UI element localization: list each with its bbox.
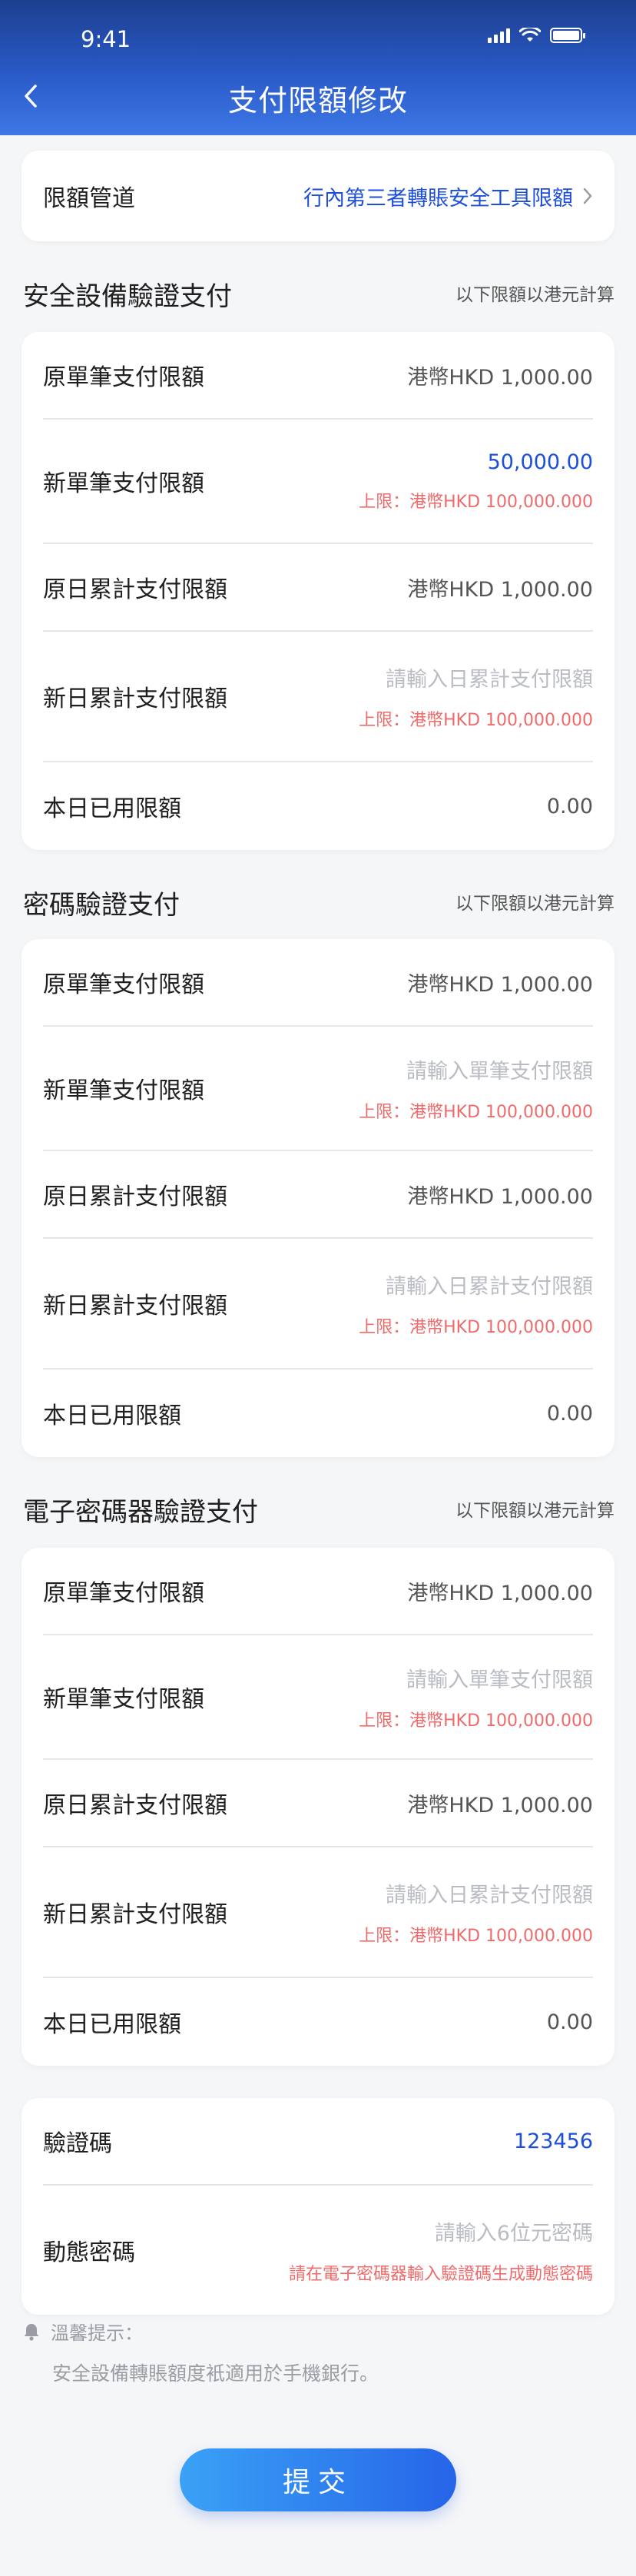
new-daily-field-wrap: 請輸入日累計支付限額 上限：港幣HKD 100,000.000: [359, 1878, 593, 1947]
new-single-input[interactable]: 請輸入單筆支付限額: [406, 1054, 593, 1084]
orig-daily-value: 港幣HKD 1,000.00: [407, 1184, 593, 1209]
section-title: 密碼驗證支付: [23, 890, 180, 921]
new-single-label: 新單筆支付限額: [43, 470, 204, 497]
orig-daily-label: 原日累計支付限額: [43, 1183, 227, 1210]
orig-single-value: 港幣HKD 1,000.00: [407, 1581, 593, 1605]
page-title: 支付限額修改: [227, 84, 408, 118]
orig-daily-value: 港幣HKD 1,000.00: [407, 1793, 593, 1817]
dynamic-password-input[interactable]: 請輸入6位元密碼: [435, 2216, 593, 2246]
verification-card: 驗證碼 123456 動態密碼 請輸入6位元密碼 請在電子密碼器輸入驗證碼生成動…: [22, 2098, 614, 2315]
new-daily-hint: 上限：港幣HKD 100,000.000: [359, 1926, 593, 1946]
signal-icon: [488, 28, 510, 43]
orig-single-value: 港幣HKD 1,000.00: [407, 365, 593, 390]
used-today-label: 本日已用限額: [43, 795, 181, 822]
orig-daily-row: 原日累計支付限額 港幣HKD 1,000.00: [43, 544, 593, 632]
new-single-input[interactable]: 請輸入單筆支付限額: [406, 1663, 593, 1693]
used-today-value: 0.00: [546, 2010, 593, 2034]
orig-daily-row: 原日累計支付限額 港幣HKD 1,000.00: [43, 1151, 593, 1239]
tip-header: 溫馨提示：: [22, 2318, 379, 2345]
orig-single-row: 原單筆支付限額 港幣HKD 1,000.00: [43, 332, 593, 420]
new-single-field-wrap: 請輸入單筆支付限額 上限：港幣HKD 100,000.000: [359, 1054, 593, 1123]
channel-value: 行內第三者轉賬安全工具限額: [303, 186, 573, 211]
orig-daily-label: 原日累計支付限額: [43, 1792, 227, 1819]
orig-single-label: 原單筆支付限額: [43, 971, 204, 998]
orig-single-row: 原單筆支付限額 港幣HKD 1,000.00: [43, 1548, 593, 1635]
orig-single-label: 原單筆支付限額: [43, 364, 204, 391]
new-daily-input[interactable]: 請輸入日累計支付限額: [386, 662, 593, 692]
orig-single-label: 原單筆支付限額: [43, 1580, 204, 1607]
app-header: 9:41 支付限額修改: [0, 0, 636, 135]
section-title: 電子密碼器驗證支付: [23, 1497, 258, 1528]
section-note: 以下限額以港元計算: [455, 1501, 614, 1521]
limit-card: 原單筆支付限額 港幣HKD 1,000.00 新單筆支付限額 50,000.00…: [22, 332, 614, 850]
new-daily-row: 新日累計支付限額 請輸入日累計支付限額 上限：港幣HKD 100,000.000: [43, 1847, 593, 1978]
chevron-right-icon: [583, 188, 592, 204]
tip-text: 安全設備轉賬額度衹適用於手機銀行。: [52, 2362, 379, 2385]
new-single-hint: 上限：港幣HKD 100,000.000: [359, 492, 593, 512]
used-today-value: 0.00: [546, 1401, 593, 1426]
limit-card: 原單筆支付限額 港幣HKD 1,000.00 新單筆支付限額 請輸入單筆支付限額…: [22, 939, 614, 1457]
new-daily-field-wrap: 請輸入日累計支付限額 上限：港幣HKD 100,000.000: [359, 662, 593, 731]
new-daily-row: 新日累計支付限額 請輸入日累計支付限額 上限：港幣HKD 100,000.000: [43, 1239, 593, 1369]
used-today-label: 本日已用限額: [43, 1403, 181, 1429]
section-note: 以下限額以港元計算: [455, 285, 614, 305]
new-single-field-wrap: 請輸入單筆支付限額 上限：港幣HKD 100,000.000: [359, 1663, 593, 1731]
new-single-row: 新單筆支付限額 請輸入單筆支付限額 上限：港幣HKD 100,000.000: [43, 1635, 593, 1760]
new-daily-label: 新日累計支付限額: [43, 1901, 227, 1928]
bell-icon: [24, 2323, 39, 2341]
tip-title: 溫馨提示：: [51, 2322, 143, 2344]
dynamic-password-label: 動態密碼: [43, 2239, 135, 2266]
channel-value-wrap: 行內第三者轉賬安全工具限額: [303, 181, 593, 211]
orig-single-row: 原單筆支付限額 港幣HKD 1,000.00: [43, 939, 593, 1027]
dynamic-password-row: 動態密碼 請輸入6位元密碼 請在電子密碼器輸入驗證碼生成動態密碼: [43, 2186, 593, 2315]
verification-code-row: 驗證碼 123456: [43, 2098, 593, 2186]
orig-single-value: 港幣HKD 1,000.00: [407, 972, 593, 997]
new-single-row: 新單筆支付限額 請輸入單筆支付限額 上限：港幣HKD 100,000.000: [43, 1027, 593, 1151]
new-daily-input[interactable]: 請輸入日累計支付限額: [386, 1270, 593, 1300]
new-single-field-wrap: 50,000.00 上限：港幣HKD 100,000.000: [359, 450, 593, 513]
tip-block: 溫馨提示： 安全設備轉賬額度衹適用於手機銀行。: [22, 2318, 379, 2386]
orig-daily-row: 原日累計支付限額 港幣HKD 1,000.00: [43, 1760, 593, 1847]
channel-card: 限額管道 行內第三者轉賬安全工具限額: [22, 151, 614, 241]
new-single-row: 新單筆支付限額 50,000.00 上限：港幣HKD 100,000.000: [43, 420, 593, 544]
new-single-input[interactable]: 50,000.00: [488, 450, 593, 474]
used-today-label: 本日已用限額: [43, 2011, 181, 2038]
channel-label: 限額管道: [43, 185, 135, 212]
used-today-value: 0.00: [546, 794, 593, 818]
verification-code-label: 驗證碼: [43, 2130, 112, 2157]
new-daily-row: 新日累計支付限額 請輸入日累計支付限額 上限：港幣HKD 100,000.000: [43, 632, 593, 762]
status-time: 9:41: [81, 26, 131, 52]
new-daily-input[interactable]: 請輸入日累計支付限額: [386, 1878, 593, 1908]
used-today-row: 本日已用限額 0.00: [43, 1369, 593, 1457]
used-today-row: 本日已用限額 0.00: [43, 762, 593, 850]
section-title: 安全設備驗證支付: [23, 281, 232, 312]
submit-button[interactable]: 提交: [180, 2448, 456, 2511]
dynamic-password-field-wrap: 請輸入6位元密碼 請在電子密碼器輸入驗證碼生成動態密碼: [289, 2216, 593, 2285]
new-daily-label: 新日累計支付限額: [43, 1293, 227, 1320]
orig-daily-value: 港幣HKD 1,000.00: [407, 577, 593, 602]
status-icons: [488, 28, 585, 43]
new-daily-label: 新日累計支付限額: [43, 685, 227, 712]
verification-code-value: 123456: [513, 2129, 593, 2153]
channel-selector[interactable]: 限額管道 行內第三者轉賬安全工具限額: [43, 151, 593, 241]
used-today-row: 本日已用限額 0.00: [43, 1978, 593, 2066]
new-single-label: 新單筆支付限額: [43, 1686, 204, 1713]
new-daily-hint: 上限：港幣HKD 100,000.000: [359, 1317, 593, 1337]
new-daily-hint: 上限：港幣HKD 100,000.000: [359, 710, 593, 730]
section-note: 以下限額以港元計算: [455, 894, 614, 914]
new-daily-field-wrap: 請輸入日累計支付限額 上限：港幣HKD 100,000.000: [359, 1270, 593, 1338]
new-single-hint: 上限：港幣HKD 100,000.000: [359, 1711, 593, 1731]
new-single-label: 新單筆支付限額: [43, 1077, 204, 1104]
orig-daily-label: 原日累計支付限額: [43, 576, 227, 603]
limit-card: 原單筆支付限額 港幣HKD 1,000.00 新單筆支付限額 請輸入單筆支付限額…: [22, 1548, 614, 2066]
battery-icon: [550, 28, 585, 43]
wifi-icon: [519, 28, 541, 41]
new-single-hint: 上限：港幣HKD 100,000.000: [359, 1102, 593, 1122]
dynamic-password-hint: 請在電子密碼器輸入驗證碼生成動態密碼: [288, 2264, 593, 2284]
